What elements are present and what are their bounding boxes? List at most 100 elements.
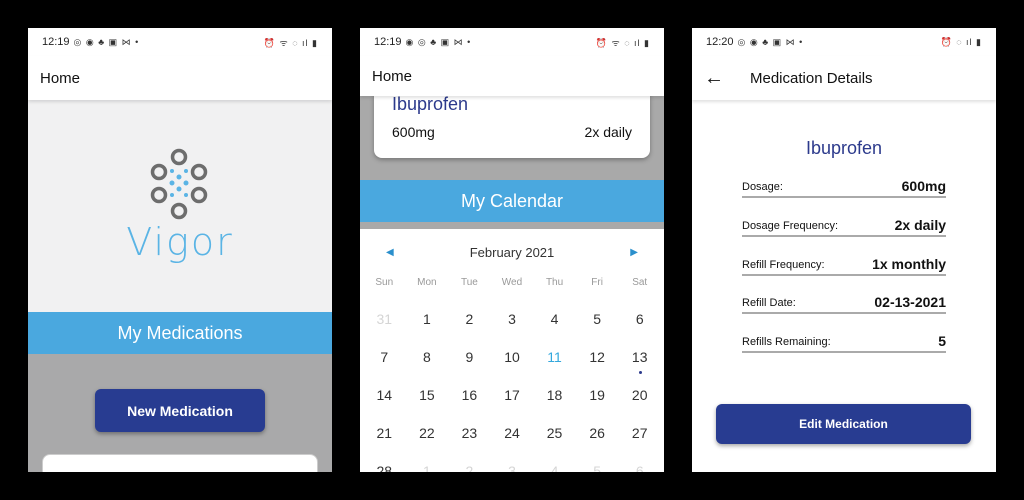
calendar-day[interactable]: 15 <box>406 373 449 411</box>
logo-wordmark: Vigor <box>126 220 234 264</box>
page-title: Home <box>40 69 81 87</box>
day-number: 27 <box>631 425 648 441</box>
calendar-day[interactable]: 5 <box>576 297 619 335</box>
calendar-day[interactable]: 26 <box>576 411 619 449</box>
day-number: 17 <box>504 387 520 403</box>
detail-label: Dosage: <box>742 181 783 193</box>
calendar-day[interactable]: 13 <box>618 335 661 374</box>
calendar-day[interactable]: 19 <box>576 373 619 411</box>
day-number: 25 <box>546 425 563 441</box>
calendar-header: ◀ February 2021 ▶ <box>360 245 664 263</box>
detail-value: 02-13-2021 <box>874 294 946 310</box>
calendar-day[interactable]: 7 <box>363 335 406 373</box>
calendar-day[interactable]: 1 <box>406 297 449 335</box>
calendar-day[interactable]: 14 <box>363 373 406 411</box>
page-title: Medication Details <box>750 69 873 87</box>
weekday-label: Sun <box>375 277 394 288</box>
calendar-day[interactable]: 12 <box>576 335 619 373</box>
edit-medication-button[interactable]: Edit Medication <box>716 404 971 444</box>
system-icons: ⏰ ◌ ıl ▮ <box>940 36 982 47</box>
day-number: 13 <box>631 349 648 365</box>
medication-name: Ibuprofen <box>805 138 883 158</box>
calendar-day[interactable]: 6 <box>618 449 661 472</box>
calendar: ◀ February 2021 ▶ Sun Mon Tue Wed Thu Fri Sat 3… <box>360 229 664 472</box>
day-number: 15 <box>419 387 435 403</box>
month-label: February 2021 <box>469 245 555 260</box>
day-number: 2 <box>465 311 474 327</box>
notification-icons: ◎ ◉ ♣ ▣ ⋈ • <box>737 36 804 47</box>
day-number: 14 <box>376 387 393 403</box>
calendar-day[interactable]: 5 <box>576 449 619 472</box>
day-number: 6 <box>635 463 644 472</box>
day-number: 9 <box>465 349 474 365</box>
day-number: 4 <box>550 463 559 472</box>
day-number: 26 <box>589 425 605 441</box>
calendar-day[interactable]: 1 <box>406 449 449 472</box>
calendar-day[interactable]: 31 <box>363 297 406 335</box>
detail-label: Refill Date: <box>742 297 796 309</box>
status-bar: 12:20 ◎ ◉ ♣ ▣ ⋈ • ⏰ ◌ ıl ▮ <box>692 28 996 56</box>
calendar-day[interactable]: 25 <box>533 411 576 449</box>
calendar-day[interactable]: 17 <box>491 373 534 411</box>
calendar-day[interactable]: 23 <box>448 411 491 449</box>
calendar-day[interactable]: 2 <box>448 449 491 472</box>
calendar-day[interactable]: 20 <box>618 373 661 411</box>
home-screen: 12:19 ◎ ◉ ♣ ▣ ⋈ • ⏰ ᯤ ◌ ıl ▮ Home Vigor … <box>28 28 332 472</box>
detail-value: 1x monthly <box>872 256 946 272</box>
detail-row-dosage: Dosage: 600mg <box>742 176 946 198</box>
calendar-day[interactable]: 2 <box>448 297 491 335</box>
system-icons: ⏰ ᯤ ◌ ıl ▮ <box>595 37 650 48</box>
calendar-day[interactable]: 22 <box>406 411 449 449</box>
medication-card[interactable] <box>42 454 318 472</box>
day-number: 10 <box>504 349 520 365</box>
system-icons: ⏰ ᯤ ◌ ıl ▮ <box>263 37 318 48</box>
day-number: 5 <box>593 311 602 327</box>
calendar-day[interactable]: 4 <box>533 297 576 335</box>
calendar-day[interactable]: 18 <box>533 373 576 411</box>
status-time: 12:19 <box>42 36 70 48</box>
medication-dosage: 600mg <box>392 124 435 140</box>
calendar-day[interactable]: 10 <box>491 335 534 373</box>
calendar-day[interactable]: 11 <box>533 335 576 373</box>
calendar-day[interactable]: 3 <box>491 297 534 335</box>
weekday-label: Thu <box>545 277 564 288</box>
medication-details-screen: 12:20 ◎ ◉ ♣ ▣ ⋈ • ⏰ ◌ ıl ▮ ← Medication … <box>692 28 996 472</box>
next-month-icon[interactable]: ▶ <box>630 247 638 258</box>
detail-value: 2x daily <box>894 217 946 233</box>
day-number: 28 <box>376 463 393 472</box>
vigor-logo-icon <box>150 148 208 220</box>
day-number: 18 <box>546 387 563 403</box>
day-number: 2 <box>465 463 474 472</box>
weekday-label: Sat <box>632 277 648 288</box>
weekday-label: Fri <box>591 277 603 288</box>
new-medication-button[interactable]: New Medication <box>95 389 265 432</box>
calendar-day[interactable]: 9 <box>448 335 491 373</box>
back-arrow-icon[interactable]: ← <box>704 67 724 90</box>
detail-row-dosage-frequency: Dosage Frequency: 2x daily <box>742 215 946 237</box>
app-bar: Home <box>360 56 664 96</box>
day-number: 8 <box>422 349 431 365</box>
day-number: 19 <box>589 387 605 403</box>
home-calendar-screen: Ibuprofen 600mg 2x daily 12:19 ◉ ◎ ♣ ▣ ⋈… <box>360 28 664 472</box>
app-bar: ← Medication Details <box>692 56 996 100</box>
detail-label: Refills Remaining: <box>742 336 831 348</box>
day-number: 5 <box>593 463 602 472</box>
detail-row-refill-frequency: Refill Frequency: 1x monthly <box>742 254 946 276</box>
detail-label: Refill Frequency: <box>742 259 825 271</box>
status-time: 12:19 <box>374 36 402 48</box>
calendar-day[interactable]: 6 <box>618 297 661 335</box>
medication-name: Ibuprofen <box>392 94 469 114</box>
calendar-day[interactable]: 21 <box>363 411 406 449</box>
calendar-day[interactable]: 4 <box>533 449 576 472</box>
calendar-day[interactable]: 27 <box>618 411 661 449</box>
day-number: 11 <box>547 349 562 365</box>
calendar-day[interactable]: 16 <box>448 373 491 411</box>
medication-card[interactable]: Ibuprofen 600mg 2x daily <box>374 88 650 158</box>
calendar-day[interactable]: 24 <box>491 411 534 449</box>
calendar-day[interactable]: 28 <box>363 449 406 472</box>
weekday-label: Mon <box>417 277 437 288</box>
status-bar: 12:19 ◎ ◉ ♣ ▣ ⋈ • ⏰ ᯤ ◌ ıl ▮ <box>28 28 332 56</box>
calendar-day[interactable]: 3 <box>491 449 534 472</box>
day-number: 7 <box>380 349 389 365</box>
calendar-day[interactable]: 8 <box>406 335 449 373</box>
